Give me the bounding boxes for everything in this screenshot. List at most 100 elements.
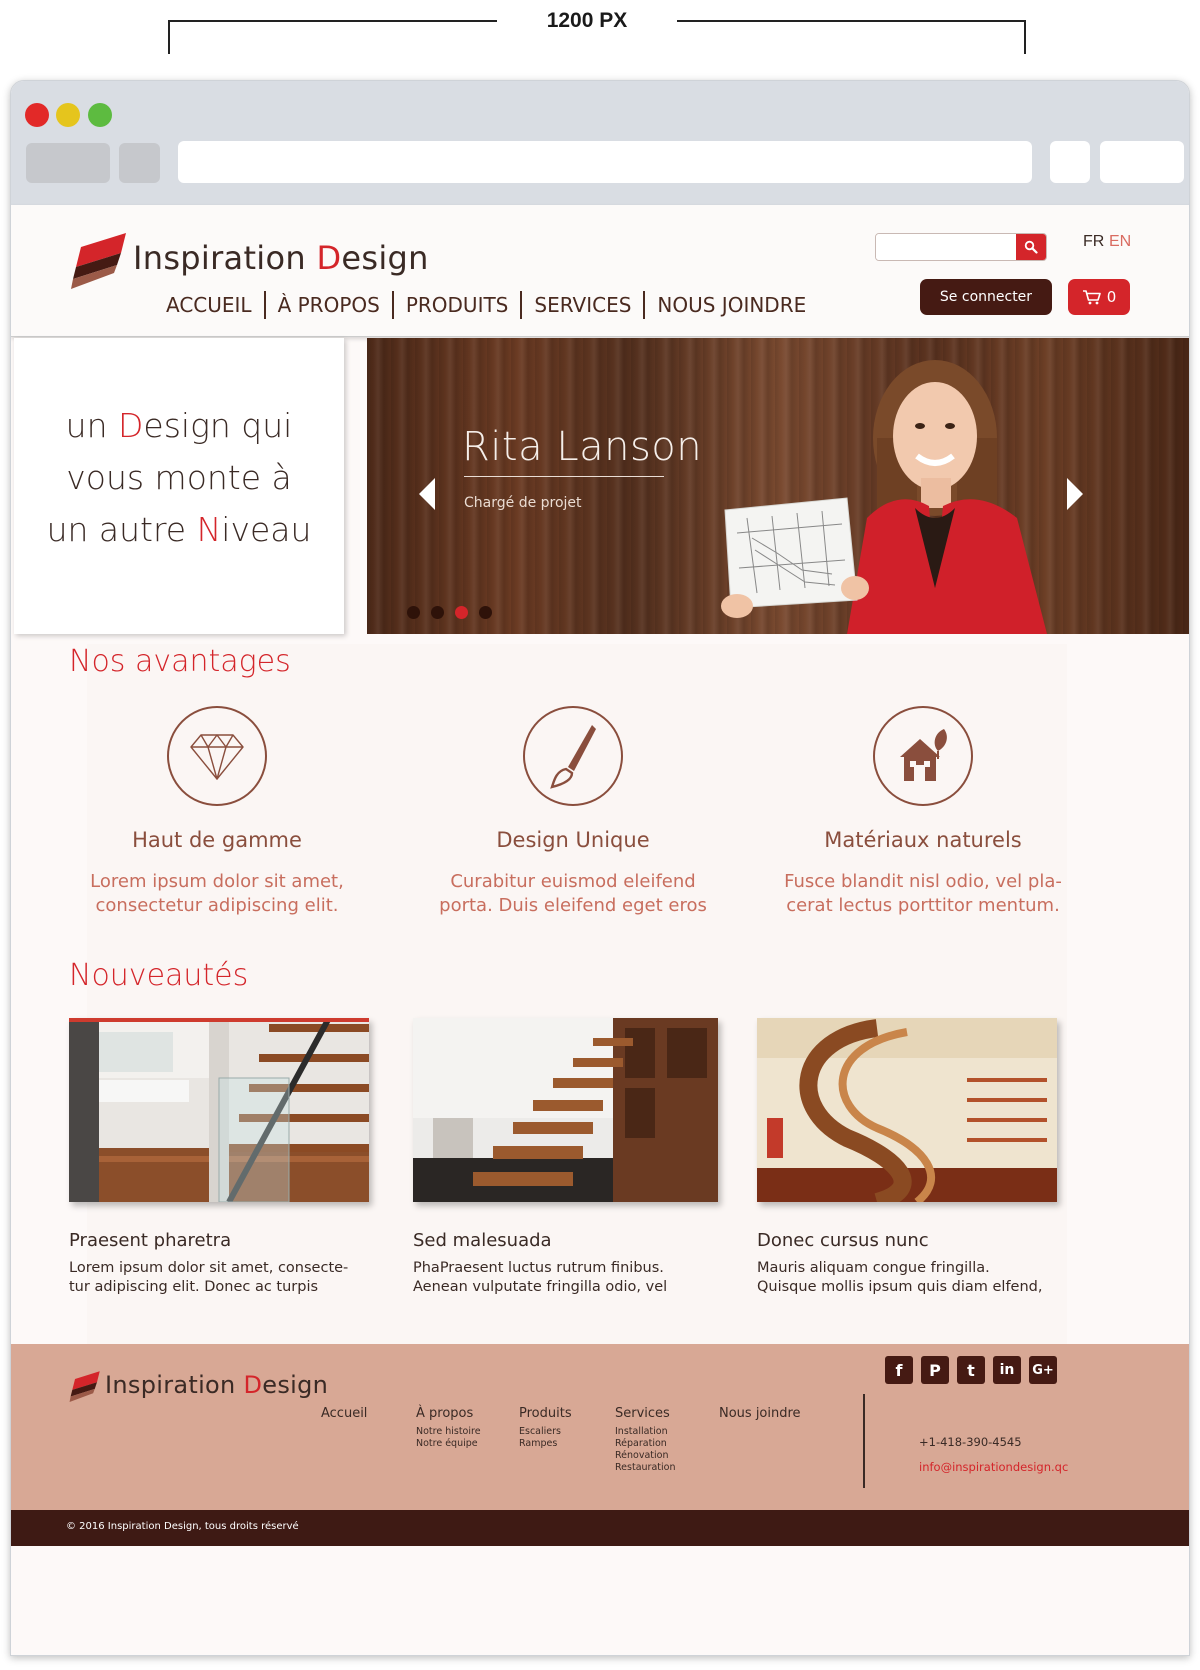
news-title[interactable]: Donec cursus nunc [757,1230,1057,1251]
footer-sublink[interactable]: Notre équipe [416,1438,481,1450]
brand-name-accent: D [243,1371,263,1399]
slider-next-arrow-icon[interactable] [1067,478,1083,510]
footer-link-a-propos[interactable]: À propos [416,1406,481,1421]
maximize-window-dot[interactable] [88,103,112,127]
linkedin-icon[interactable]: in [993,1356,1021,1384]
nav-a-propos[interactable]: À PROPOS [266,291,392,319]
nav-nous-joindre[interactable]: NOUS JOINDRE [645,291,818,319]
tumblr-icon[interactable]: t [957,1356,985,1384]
news-excerpt-line: Mauris aliquam congue fringilla. [757,1260,990,1276]
news-excerpt-line: tur adipiscing elit. Donec ac turpis [69,1279,319,1295]
social-links: f P t in G+ [885,1356,1057,1384]
footer-sublink[interactable]: Rénovation [615,1450,675,1462]
logo-mark-icon [71,233,126,289]
brand-logo[interactable]: Inspiration Design [71,227,429,289]
footer-col-a-propos: À propos Notre histoire Notre équipe [416,1406,481,1450]
search-input[interactable] [876,234,1020,260]
person-holding-drawing-image [721,360,1047,634]
footer-sublink[interactable]: Escaliers [519,1426,572,1438]
footer-link-services[interactable]: Services [615,1406,675,1421]
search-icon [1024,240,1038,254]
language-fr[interactable]: FR [1083,233,1104,251]
google-plus-icon[interactable]: G+ [1029,1356,1057,1384]
search-box [875,233,1047,261]
news-title[interactable]: Sed malesuada [413,1230,718,1251]
slider-dot-1[interactable] [407,606,420,619]
news-title[interactable]: Praesent pharetra [69,1230,369,1251]
footer-sublink[interactable]: Rampes [519,1438,572,1450]
minimize-window-dot[interactable] [56,103,80,127]
news-card[interactable]: Donec cursus nunc Mauris aliquam congue … [757,1018,1057,1297]
slider-dot-3[interactable] [455,606,468,619]
advantage-title: Design Unique [496,828,650,852]
footer-col-services: Services Installation Réparation Rénovat… [615,1406,675,1474]
news-excerpt: Lorem ipsum dolor sit amet, consecte- tu… [69,1259,369,1297]
facebook-icon[interactable]: f [885,1356,913,1384]
search-button[interactable] [1016,234,1046,260]
advantage-text: Fusce blandit nisl odio, vel pla- cerat … [763,870,1083,918]
slider-prev-arrow-icon[interactable] [419,478,435,510]
close-window-dot[interactable] [25,103,49,127]
advantage-text-line: Curabitur euismod eleifend [450,871,696,892]
news-excerpt-line: Aenean vulputate fringilla odio, vel [413,1279,668,1295]
copyright-text: © 2016 Inspiration Design, tous droits r… [66,1521,299,1532]
news-image-staircase-glass[interactable] [69,1018,369,1202]
news-excerpt-line: Quisque mollis ipsum quis diam elfend, [757,1279,1043,1295]
browser-window: Inspiration Design ACCUEIL À PROPOS PROD… [10,80,1190,1656]
pinterest-icon[interactable]: P [921,1356,949,1384]
footer-col-produits: Produits Escaliers Rampes [519,1406,572,1450]
footer-phone[interactable]: +1-418-390-4545 [919,1435,1022,1449]
slider-dots [407,606,492,619]
slide-person-name: Rita Lanson [462,424,703,470]
tagline-line-2: vous monte à [66,458,292,497]
slide-divider [464,476,664,477]
slider-dot-2[interactable] [431,606,444,619]
cart-button[interactable]: 0 [1068,279,1130,315]
toolbar-menu-button[interactable] [1100,141,1184,183]
toolbar-button[interactable] [1050,141,1090,183]
cart-count: 0 [1106,288,1117,306]
address-bar[interactable] [178,141,1032,183]
footer-sublink[interactable]: Installation [615,1426,675,1438]
news-image-spiral-staircase[interactable] [757,1018,1057,1202]
nav-services[interactable]: SERVICES [522,291,643,319]
news-card[interactable]: Praesent pharetra Lorem ipsum dolor sit … [69,1018,369,1297]
login-button[interactable]: Se connecter [920,279,1052,315]
brand-name: Inspiration Design [133,239,429,277]
advantage-text: Curabitur euismod eleifend porta. Duis e… [413,870,733,918]
news-image-floating-stairs[interactable] [413,1018,718,1202]
tagline-text: iveau [221,510,312,549]
nav-accueil[interactable]: ACCUEIL [154,291,264,319]
nav-produits[interactable]: PRODUITS [394,291,521,319]
advantages-heading: Nos avantages [69,644,291,679]
news-card[interactable]: Sed malesuada PhaPraesent luctus rutrum … [413,1018,718,1297]
forward-button[interactable] [119,143,160,183]
footer-link-produits[interactable]: Produits [519,1406,572,1421]
brand-name-accent: D [316,239,342,277]
back-button[interactable] [26,143,110,183]
dimension-label: 1200 PX [497,6,677,36]
cart-icon [1082,290,1101,305]
footer-sublink[interactable]: Restauration [615,1462,675,1474]
brand-name-part1: Inspiration [105,1371,244,1399]
footer-logo[interactable]: Inspiration Design [69,1368,328,1402]
advantage-title: Matériaux naturels [824,828,1022,852]
footer-link-accueil[interactable]: Accueil [321,1406,367,1421]
footer-col-accueil: Accueil [321,1406,367,1426]
footer-sublink[interactable]: Notre histoire [416,1426,481,1438]
advantage-text-line: Fusce blandit nisl odio, vel pla- [784,871,1062,892]
language-en[interactable]: EN [1109,233,1131,251]
tagline-text: esign qui [143,406,293,445]
advantage-text-line: consectetur adipiscing elit. [95,895,339,916]
advantage-item: Design Unique Curabitur euismod eleifend… [413,706,733,918]
advantage-item: Matériaux naturels Fusce blandit nisl od… [763,706,1083,918]
footer-email[interactable]: info@inspirationdesign.qc [919,1460,1068,1474]
tagline-text: un autre [46,510,197,549]
footer-link-nous-joindre[interactable]: Nous joindre [719,1406,801,1421]
hero-slider: Rita Lanson Chargé de projet [367,338,1189,634]
footer-sublink[interactable]: Réparation [615,1438,675,1450]
brand-name-part2: esign [341,239,429,277]
slider-dot-4[interactable] [479,606,492,619]
news-excerpt-line: Lorem ipsum dolor sit amet, consecte- [69,1260,349,1276]
eco-house-icon [873,706,973,806]
